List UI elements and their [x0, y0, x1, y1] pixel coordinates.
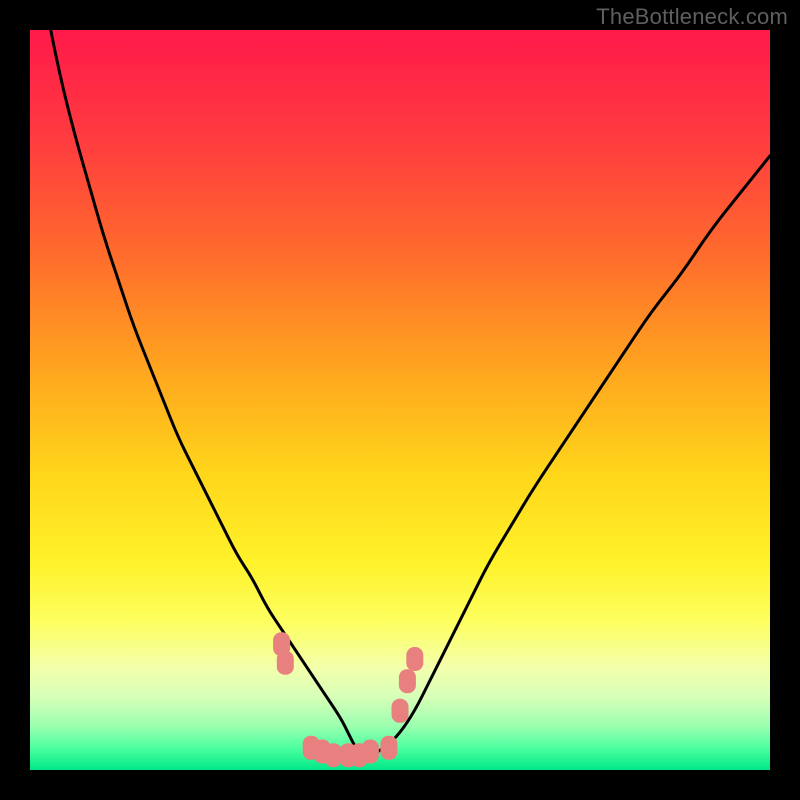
- chart-frame: TheBottleneck.com: [0, 0, 800, 800]
- data-marker: [277, 651, 294, 675]
- bottleneck-curve: [30, 30, 770, 755]
- data-marker: [325, 743, 342, 767]
- data-marker: [406, 647, 423, 671]
- plot-area: [30, 30, 770, 770]
- data-marker: [392, 699, 409, 723]
- data-marker: [380, 736, 397, 760]
- watermark-text: TheBottleneck.com: [596, 4, 788, 30]
- curve-layer: [30, 30, 770, 770]
- data-marker: [399, 669, 416, 693]
- data-marker: [362, 740, 379, 764]
